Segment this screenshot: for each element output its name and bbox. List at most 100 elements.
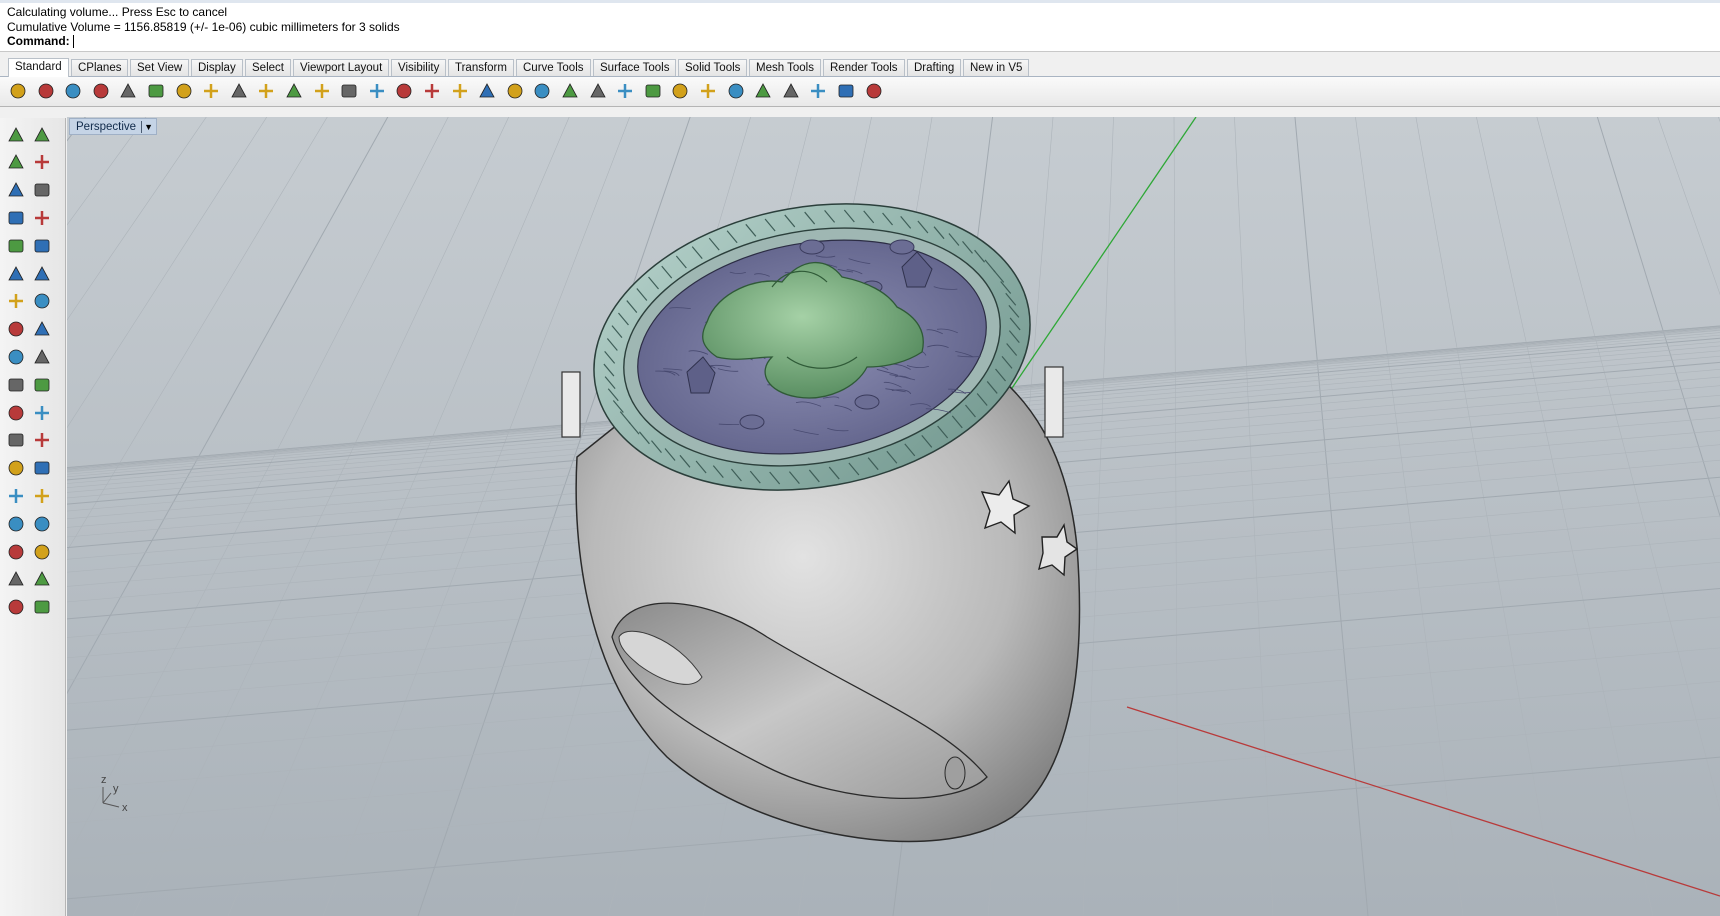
help-icon [864,81,884,104]
circle-tool-button[interactable] [4,180,28,204]
fillet-tool-button[interactable] [4,430,28,454]
zoom-window-button[interactable] [337,80,361,104]
box-tool-button[interactable] [4,291,28,315]
pan-hand-button[interactable] [254,80,278,104]
open-folder-button[interactable] [34,80,58,104]
blue-sphere-button[interactable] [751,80,775,104]
copy-button[interactable] [172,80,196,104]
tab-display[interactable]: Display [191,59,243,76]
four-views-button[interactable] [448,80,472,104]
light-bulb-button[interactable] [586,80,610,104]
align-tool-button[interactable] [30,541,54,565]
explode-tool-button[interactable] [4,346,28,370]
group-tool-button[interactable] [4,485,28,509]
layer-tool-button[interactable] [30,513,54,537]
trim-tool-button[interactable] [30,374,54,398]
shaded-sphere-icon [698,81,718,104]
undo-button[interactable] [227,80,251,104]
block-tool-button[interactable] [4,513,28,537]
print-button[interactable] [89,80,113,104]
select-arrow-tool-button[interactable] [4,124,28,148]
shaded-sphere-button[interactable] [696,80,720,104]
analyze-tool-button[interactable] [4,569,28,593]
plane-surface-tool-button[interactable] [30,319,54,343]
copy-file-button[interactable] [116,80,140,104]
car-button[interactable] [475,80,499,104]
lock-button[interactable] [613,80,637,104]
zoom-extents-button[interactable] [365,80,389,104]
color-wheel-button[interactable] [668,80,692,104]
group-icon [6,486,26,509]
curve-tool-button[interactable] [30,152,54,176]
new-file-button[interactable] [6,80,30,104]
arc-tool-button[interactable] [30,235,54,259]
extrude-tool-button[interactable] [4,319,28,343]
check-tool-button[interactable] [30,569,54,593]
solid-diff-tool-button[interactable] [30,402,54,426]
flag-icon [781,81,801,104]
cplane-button[interactable] [530,80,554,104]
dimension-tool-button[interactable] [30,458,54,482]
tab-surface-tools[interactable]: Surface Tools [593,59,677,76]
rendered-sphere-button[interactable] [724,80,748,104]
polygon-tool-button[interactable] [4,207,28,231]
dimension-button[interactable] [834,80,858,104]
flag-button[interactable] [779,80,803,104]
tab-transform[interactable]: Transform [448,59,514,76]
mesh-tool-button[interactable] [4,597,28,621]
point-button[interactable] [558,80,582,104]
command-prompt[interactable]: Command: [7,34,74,49]
move-cross-button[interactable] [282,80,306,104]
polyline-tool-button[interactable] [4,152,28,176]
array-tool-button[interactable] [4,541,28,565]
tab-drafting[interactable]: Drafting [907,59,962,76]
tab-curve-tools[interactable]: Curve Tools [516,59,591,76]
tab-mesh-tools[interactable]: Mesh Tools [749,59,821,76]
tab-standard[interactable]: Standard [8,58,69,77]
point-tool-button[interactable] [30,124,54,148]
render-tool-button[interactable] [30,597,54,621]
offset-tool-button[interactable] [30,430,54,454]
tab-set-view[interactable]: Set View [130,59,190,76]
render-mode-button[interactable] [641,80,665,104]
axis-z-label: z [101,774,107,786]
viewport-menu-dropdown-icon[interactable]: ▼ [144,119,153,136]
tab-render-tools[interactable]: Render Tools [823,59,905,76]
gear-button[interactable] [806,80,830,104]
text-tool-button[interactable] [4,458,28,482]
tab-select[interactable]: Select [245,59,291,76]
tab-new-in-v5[interactable]: New in V5 [963,59,1030,76]
save-button[interactable] [61,80,85,104]
perspective-viewport[interactable]: z y x Perspective ▼ [67,117,1720,916]
layer-icon [32,514,52,537]
circle-center-tool-button[interactable] [4,235,28,259]
properties-tool-button[interactable] [30,485,54,509]
cut-button[interactable] [144,80,168,104]
standard-toolbar [0,77,1720,107]
zoom-button[interactable] [310,80,334,104]
viewport-title-tab[interactable]: Perspective ▼ [69,118,158,136]
transform-tool-button[interactable] [4,263,28,287]
rotate-view-button[interactable] [420,80,444,104]
help-button[interactable] [862,80,886,104]
point-icon [560,81,580,104]
split-tool-button[interactable] [4,374,28,398]
zoom-selected-button[interactable] [392,80,416,104]
dimension-icon [836,81,856,104]
ellipse-tool-button[interactable] [30,180,54,204]
tab-cplanes[interactable]: CPlanes [71,59,129,76]
solid-union-tool-button[interactable] [4,402,28,426]
sphere-tool-button[interactable] [30,291,54,315]
command-input-caret[interactable] [72,35,74,49]
dimension-icon [32,458,52,481]
viewport-scene[interactable]: z y x [67,117,1720,916]
tab-visibility[interactable]: Visibility [391,59,447,76]
rectangle-tool-button[interactable] [30,207,54,231]
surface-patch-tool-button[interactable] [30,263,54,287]
tab-solid-tools[interactable]: Solid Tools [678,59,748,76]
tab-viewport-layout[interactable]: Viewport Layout [293,59,390,76]
boolean-tool-button[interactable] [30,346,54,370]
paste-button[interactable] [199,80,223,104]
render-mode-icon [643,81,663,104]
eye-button[interactable] [503,80,527,104]
